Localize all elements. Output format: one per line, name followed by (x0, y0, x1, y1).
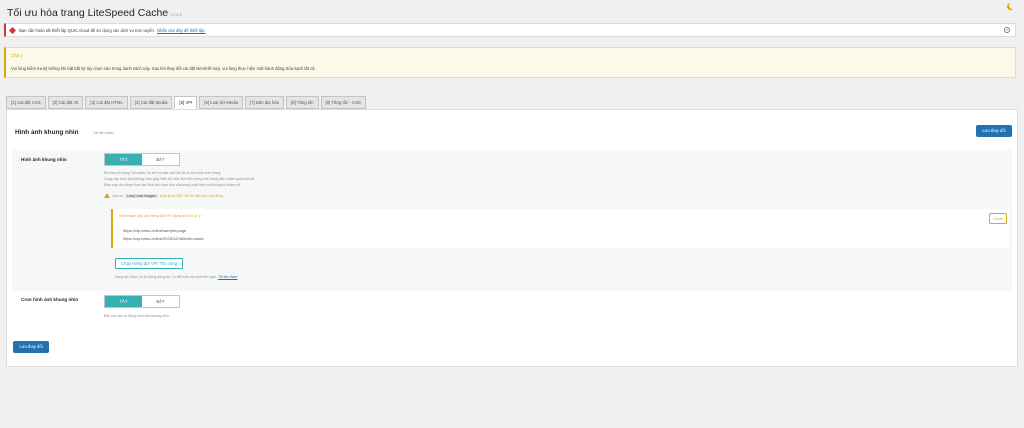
attention-notice: Chú ý Vui lòng kiểm tra kỹ lưỡng khi bật… (4, 47, 1016, 78)
cron-doc-link[interactable]: Tài liệu tham (218, 275, 237, 279)
tab-media[interactable]: [4] Cài đặt Media (129, 96, 173, 109)
vpi-label: Hình ảnh khung nhìn (21, 157, 67, 162)
vpi-off-option[interactable]: TẮT (105, 154, 142, 165)
vpi-on-option[interactable]: BẬT (142, 154, 179, 165)
tab-html[interactable]: [3] Cài đặt HTML (85, 96, 128, 109)
vpi-queue-box: Danh sách yêu cầu hàng đợi VPI hàng chờ … (111, 209, 1009, 248)
section-doc-link[interactable]: Tài liệu tham (93, 131, 114, 135)
tab-media-excludes[interactable]: [6] Loại trừ Media (199, 96, 243, 109)
warning-diamond-icon (8, 26, 17, 34)
section-title: Hình ảnh khung nhìn (15, 129, 79, 136)
page-title: Tối ưu hóa trang LiteSpeed Cache v7.6.2 (7, 7, 182, 19)
attention-heading: Chú ý (11, 53, 23, 58)
run-vpi-queue-button[interactable]: Chạy Hàng đợi VPI Thủ công (115, 258, 183, 269)
notice-text: Bạn cần hoàn tất thiết lập QUIC.cloud để… (19, 27, 206, 33)
setup-link[interactable]: Nhấn vào đây để thiết lập. (157, 28, 206, 33)
cron-off-option[interactable]: TẮT (105, 296, 142, 307)
cron-label: Cron hình ảnh khung nhìn (21, 297, 79, 302)
attention-body: Vui lòng kiểm tra kỹ lưỡng khi bật bất k… (11, 66, 316, 71)
tab-tuning-css[interactable]: [9] Tăng tốc - CSS (320, 96, 366, 109)
dismiss-icon[interactable]: × (1004, 27, 1010, 33)
queue-url: https://vip.bebu.online/2025/12/08/hello… (123, 236, 204, 241)
cron-on-option[interactable]: BẬT (142, 296, 179, 307)
quic-notice: Bạn cần hoàn tất thiết lập QUIC.cloud để… (4, 23, 1016, 37)
tab-css[interactable]: [1] Cài đặt CSS (6, 96, 46, 109)
cron-toggle[interactable]: TẮT BẬT (104, 295, 180, 308)
page-title-text: Tối ưu hóa trang LiteSpeed Cache (7, 7, 169, 19)
vpi-requirement-note: Cần có Lazy Load Images phải được BẬT để… (104, 193, 224, 198)
tab-js[interactable]: [2] Cài đặt JS (47, 96, 84, 109)
queue-title: Danh sách yêu cầu hàng đợi VPI hàng chờ … (119, 214, 201, 218)
cron-note: Hàng đợi được xử lý không đồng bộ. Có th… (115, 275, 238, 279)
tab-tuning[interactable]: [8] Tăng tốc (285, 96, 319, 109)
moon-icon[interactable] (1009, 2, 1016, 9)
cron-desc: Bật cron tạo tự động hình ảnh khung nhìn… (104, 314, 170, 318)
save-button-bottom[interactable]: Lưu thay đổi (13, 341, 49, 353)
warning-icon (104, 193, 110, 198)
settings-panel: Hình ảnh khung nhìn Tài liệu tham Lưu th… (6, 109, 1018, 367)
version-label: v7.6.2 (171, 12, 183, 17)
tab-bar: [1] Cài đặt CSS [2] Cài đặt JS [3] Cài đ… (6, 96, 366, 109)
vpi-desc-3: Điều này cho phép thao tác hình ảnh ban … (104, 183, 242, 187)
queue-url: https://vip.bebu.online/sample-page (123, 228, 187, 233)
lazy-load-code: Lazy Load Images (125, 193, 158, 198)
clear-queue-button[interactable]: Clear (989, 213, 1007, 224)
vpi-toggle[interactable]: TẮT BẬT (104, 153, 180, 166)
tab-vpi[interactable]: [5] VPI (174, 96, 198, 109)
tab-localization[interactable]: [7] Bản địa hóa (244, 96, 284, 109)
save-button-top[interactable]: Lưu thay đổi (976, 125, 1012, 137)
